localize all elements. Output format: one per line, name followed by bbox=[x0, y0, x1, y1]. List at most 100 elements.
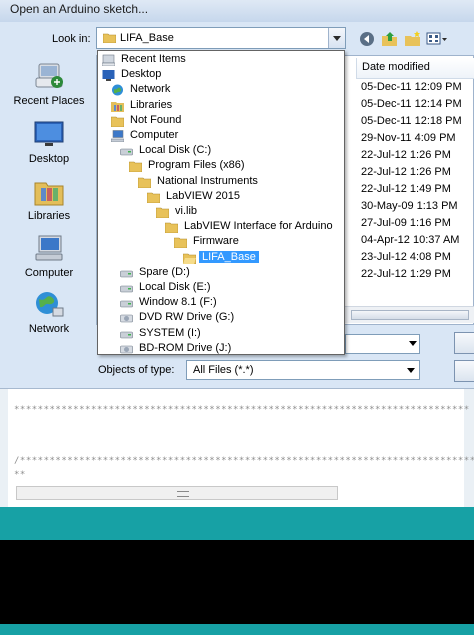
date-cell[interactable]: 22-Jul-12 1:29 PM bbox=[361, 268, 451, 280]
place-label: Computer bbox=[24, 267, 74, 279]
date-cell[interactable]: 22-Jul-12 1:26 PM bbox=[361, 166, 451, 178]
console-output bbox=[0, 540, 474, 624]
view-menu-icon bbox=[426, 32, 447, 45]
dropdown-item-label: Network bbox=[130, 83, 171, 96]
dropdown-item-label: Window 8.1 (F:) bbox=[139, 296, 217, 309]
place-desktop[interactable]: Desktop bbox=[6, 120, 92, 165]
computer-icon bbox=[111, 130, 124, 142]
folder-icon bbox=[129, 162, 142, 173]
title-bar[interactable]: Open an Arduino sketch... bbox=[0, 0, 474, 23]
date-cell[interactable]: 05-Dec-11 12:14 PM bbox=[361, 98, 462, 110]
desktop-icon bbox=[34, 121, 64, 146]
drive-icon bbox=[120, 331, 133, 338]
objects-of-type-combo[interactable]: All Files (*.*) bbox=[186, 360, 420, 380]
dropdown-item-label: DVD RW Drive (G:) bbox=[139, 311, 235, 324]
code-line: /***************************************… bbox=[14, 456, 474, 466]
date-cell[interactable]: 04-Apr-12 10:37 AM bbox=[361, 234, 459, 246]
place-computer[interactable]: Computer bbox=[6, 234, 92, 279]
objects-of-type-label: Objects of type: bbox=[98, 364, 175, 376]
back-button[interactable] bbox=[358, 30, 376, 48]
look-in-label: Look in: bbox=[52, 33, 91, 45]
place-label: Libraries bbox=[27, 210, 71, 222]
date-cell[interactable]: 05-Dec-11 12:09 PM bbox=[361, 81, 462, 93]
network-icon bbox=[112, 84, 123, 96]
folder-open-icon bbox=[183, 253, 196, 264]
window-title: Open an Arduino sketch... bbox=[10, 2, 149, 16]
place-libraries[interactable]: Libraries bbox=[6, 177, 92, 222]
place-network[interactable]: Network bbox=[6, 290, 92, 335]
status-bar bbox=[0, 624, 474, 635]
place-label: Network bbox=[28, 323, 70, 335]
dvd-drive-icon bbox=[120, 345, 133, 354]
editor-left-gutter bbox=[0, 389, 8, 507]
new-folder-button[interactable] bbox=[404, 30, 422, 48]
up-folder-icon bbox=[382, 32, 397, 46]
up-folder-button[interactable] bbox=[381, 30, 399, 48]
back-arrow-icon bbox=[360, 32, 374, 46]
view-menu-button[interactable] bbox=[426, 30, 448, 48]
dropdown-item-label: Desktop bbox=[121, 68, 162, 81]
open-button[interactable] bbox=[454, 332, 474, 354]
folder-icon bbox=[174, 238, 187, 249]
place-label: Recent Places bbox=[13, 95, 85, 107]
dropdown-item-label: BD-ROM Drive (J:) bbox=[139, 341, 232, 354]
look-in-dropdown-list[interactable]: Recent Items Desktop Network Libraries Not F… bbox=[97, 50, 345, 355]
folder-icon bbox=[111, 116, 124, 127]
dropdown-item-label: Libraries bbox=[130, 98, 173, 111]
dropdown-item-label: vi.lib bbox=[175, 205, 198, 217]
look-in-combo[interactable]: LIFA_Base bbox=[96, 27, 346, 49]
scrollbar-grip[interactable] bbox=[177, 491, 189, 497]
folder-icon bbox=[156, 207, 169, 218]
date-cell[interactable]: 22-Jul-12 1:49 PM bbox=[361, 183, 451, 195]
folder-icon bbox=[165, 222, 178, 234]
dropdown-item-label: Computer bbox=[130, 129, 179, 141]
dropdown-item-label: LabVIEW Interface for Arduino bbox=[184, 220, 333, 233]
look-in-dropdown-button[interactable] bbox=[328, 28, 345, 48]
chevron-down-icon[interactable] bbox=[409, 341, 417, 346]
recent-places-icon bbox=[35, 63, 63, 88]
folder-icon bbox=[138, 177, 151, 188]
date-cell[interactable]: 22-Jul-12 1:26 PM bbox=[361, 149, 451, 161]
chevron-down-icon bbox=[333, 36, 341, 41]
cancel-button[interactable] bbox=[454, 360, 474, 382]
dropdown-item-label: Firmware bbox=[193, 235, 239, 248]
place-label: Desktop bbox=[28, 153, 70, 165]
dropdown-item-label: Not Found bbox=[130, 113, 182, 126]
dropdown-item-label: SYSTEM (I:) bbox=[139, 326, 201, 339]
libraries-icon bbox=[111, 101, 124, 112]
date-cell[interactable]: 29-Nov-11 4:09 PM bbox=[361, 132, 456, 144]
place-recent-places[interactable]: Recent Places bbox=[6, 62, 92, 107]
dropdown-item-label: Local Disk (C:) bbox=[139, 144, 212, 157]
computer-icon bbox=[35, 235, 63, 261]
dropdown-item-label: Spare (D:) bbox=[139, 265, 190, 278]
dropdown-item-label: LabVIEW 2015 bbox=[166, 189, 240, 202]
drive-icon bbox=[120, 148, 133, 156]
date-cell[interactable]: 27-Jul-09 1:16 PM bbox=[361, 217, 451, 229]
objects-of-type-value: All Files (*.*) bbox=[193, 364, 254, 376]
dropdown-item-label: National Instruments bbox=[157, 174, 258, 187]
drive-icon bbox=[120, 300, 133, 308]
new-folder-icon bbox=[405, 31, 420, 46]
horizontal-scrollbar[interactable] bbox=[345, 306, 474, 323]
message-area-header bbox=[0, 507, 474, 540]
date-cell[interactable]: 30-May-09 1:13 PM bbox=[361, 200, 458, 212]
libraries-icon bbox=[34, 182, 64, 206]
date-modified-header[interactable]: Date modified bbox=[356, 58, 474, 79]
drive-icon bbox=[120, 270, 133, 278]
drive-icon bbox=[120, 285, 133, 293]
file-name-combo[interactable] bbox=[345, 334, 420, 354]
dropdown-item-label: LIFA_Base bbox=[199, 250, 259, 263]
code-line: ****************************************… bbox=[14, 405, 470, 415]
date-cell[interactable]: 23-Jul-12 4:08 PM bbox=[361, 251, 451, 263]
dropdown-item-label: Local Disk (E:) bbox=[139, 281, 211, 293]
date-cell[interactable]: 05-Dec-11 12:18 PM bbox=[361, 115, 462, 127]
editor-horizontal-scrollbar[interactable] bbox=[16, 486, 338, 500]
dropdown-item-label: Program Files (x86) bbox=[148, 159, 245, 172]
folder-icon bbox=[147, 192, 160, 203]
code-line: ** bbox=[14, 470, 26, 480]
scrollbar-thumb[interactable] bbox=[351, 310, 469, 320]
chevron-down-icon[interactable] bbox=[407, 368, 415, 373]
dropdown-item-label: Recent Items bbox=[121, 53, 186, 65]
dvd-drive-icon bbox=[120, 315, 133, 323]
recent-items-icon bbox=[102, 54, 115, 66]
